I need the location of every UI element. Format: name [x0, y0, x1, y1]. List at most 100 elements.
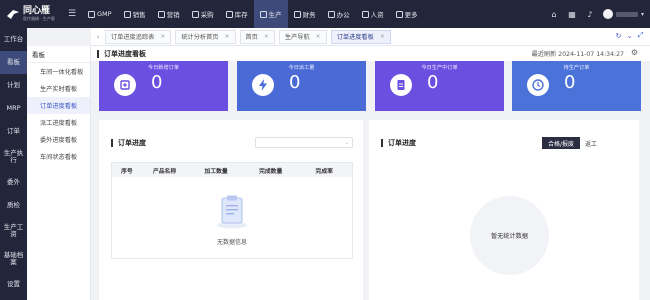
tab-1[interactable]: 统计分析首页 ×	[175, 29, 236, 44]
stat-cards: 今日新增订单 0 今日派工量 0 今日生产中订单 0 待生产订单 0	[99, 61, 641, 111]
gear-icon[interactable]: ⚙	[631, 48, 638, 57]
avatar[interactable]	[602, 9, 613, 19]
tab-label: 订单进度看板	[336, 34, 374, 41]
empty-text: 无数据信息	[216, 239, 247, 246]
close-icon[interactable]: ×	[160, 33, 165, 40]
menu-toggle-icon[interactable]: ☰	[62, 0, 82, 28]
office-icon	[327, 10, 335, 18]
marketing-icon	[157, 10, 165, 18]
sidebar-item-5[interactable]: 生产执行	[0, 143, 27, 171]
toggle-qualified-scrapped[interactable]: 合格/报废	[541, 137, 580, 149]
nav-item-0[interactable]: GMP	[82, 0, 118, 28]
sidebar-item-3[interactable]: MRP	[0, 97, 27, 120]
order-progress-table: 序号 产品名称 加工数量 完成数量 完成率 无数据信息	[111, 162, 353, 259]
subnav-item-3[interactable]: 派工进度看板	[27, 114, 90, 131]
order-progress-chart-panel: 订单进度 合格/报废 返工 暂无统计数据	[369, 120, 639, 300]
chevron-down-icon: ⌄	[344, 139, 349, 146]
nav-item-2[interactable]: 营销	[152, 0, 186, 28]
nav-item-9[interactable]: 更多	[390, 0, 424, 28]
nav-item-6[interactable]: 财务	[288, 0, 322, 28]
nav-item-4[interactable]: 库存	[220, 0, 254, 28]
nav-item-label: 财务	[302, 11, 316, 19]
subnav-item-2[interactable]: 订单进度看板	[27, 97, 90, 114]
nav-item-label: 销售	[132, 11, 146, 19]
sidebar-item-0[interactable]: 工作台	[0, 28, 27, 51]
refresh-icon[interactable]: ↻	[613, 30, 624, 41]
tab-2[interactable]: 首页 ×	[239, 29, 275, 44]
nav-item-5[interactable]: 生产	[253, 0, 288, 28]
sidebar-item-8[interactable]: 生产工资	[0, 217, 27, 245]
toggle-rework[interactable]: 返工	[579, 137, 602, 149]
document-icon	[390, 74, 412, 96]
stat-card-label: 待生产订单	[563, 65, 590, 71]
nav-item-7[interactable]: 办公	[322, 0, 356, 28]
stat-card-value: 0	[427, 72, 439, 93]
tab-label: 首页	[245, 34, 258, 41]
close-icon[interactable]: ×	[316, 33, 321, 40]
nav-item-8[interactable]: 人资	[356, 0, 390, 28]
order-select[interactable]: ⌄	[255, 137, 353, 148]
subnav-item-5[interactable]: 车间状态看板	[27, 148, 90, 165]
logo-title: 同心雁	[23, 6, 51, 16]
logo[interactable]: 同心雁 医疗器械 · 生产版	[0, 0, 62, 28]
sidebar-item-10[interactable]: 设置	[0, 273, 27, 296]
chevron-down-icon[interactable]: ⌄	[624, 30, 635, 41]
stat-card-label: 今日生产中订单	[421, 65, 458, 71]
logo-subtitle: 医疗器械 · 生产版	[23, 16, 55, 21]
nav-item-3[interactable]: 采购	[186, 0, 220, 28]
subnav-item-4[interactable]: 委外进度看板	[27, 131, 90, 148]
clock-icon	[527, 74, 549, 96]
grid-icon[interactable]: ▦	[563, 10, 581, 19]
stat-card-1[interactable]: 今日派工量 0	[237, 61, 366, 111]
top-nav: GMP 销售 营销 采购 库存 生产 财务 办公 人资 更多	[82, 0, 424, 28]
production-icon	[259, 10, 267, 18]
finance-icon	[293, 10, 301, 18]
home-icon[interactable]: ⌂	[545, 10, 563, 19]
empty-chart-text: 暂无统计数据	[490, 233, 529, 240]
chevron-left-icon[interactable]: ‹	[91, 33, 105, 41]
subnav-item-0[interactable]: 车间一体化看板	[27, 63, 90, 80]
sidebar-item-7[interactable]: 质检	[0, 194, 27, 217]
stat-card-value: 0	[289, 72, 301, 93]
sidebar-item-6[interactable]: 委外	[0, 171, 27, 194]
sidebar-item-1[interactable]: 看板	[0, 51, 27, 74]
fullscreen-icon[interactable]: ⤢	[635, 30, 646, 41]
table-column-header: 序号	[121, 168, 133, 175]
username-blurred[interactable]	[615, 11, 638, 17]
chevron-down-icon[interactable]: ▾	[641, 11, 644, 18]
bell-icon[interactable]: ♪	[581, 10, 599, 19]
close-icon[interactable]: ×	[224, 33, 229, 40]
chart-toggle: 合格/报废 返工	[541, 137, 602, 149]
gmp-icon	[88, 10, 95, 18]
stat-card-value: 0	[564, 72, 576, 93]
sidebar-item-4[interactable]: 订单	[0, 120, 27, 143]
empty-chart-placeholder: 暂无统计数据	[470, 196, 549, 275]
hr-icon	[361, 10, 369, 18]
clipboard-empty-icon	[217, 195, 247, 229]
sidebar-item-2[interactable]: 计划	[0, 74, 27, 97]
stat-card-2[interactable]: 今日生产中订单 0	[375, 61, 504, 111]
nav-item-label: 营销	[166, 11, 180, 19]
last-refresh-time: 最近刷新 2024-11-07 14:34:27	[531, 51, 624, 58]
tab-0[interactable]: 订单进度追踪表 ×	[105, 29, 172, 44]
sidebar: 工作台 看板 计划 MRP 订单 生产执行 委外 质检 生产工资 基础档案 设置	[0, 28, 27, 300]
tab-3[interactable]: 生产导航 ×	[278, 29, 327, 44]
nav-item-1[interactable]: 销售	[118, 0, 152, 28]
stat-card-value: 0	[151, 72, 163, 93]
tab-label: 订单进度追踪表	[111, 34, 155, 41]
stat-card-0[interactable]: 今日新增订单 0	[99, 61, 228, 111]
nav-item-label: GMP	[97, 10, 112, 18]
table-column-header: 完成数量	[259, 168, 283, 175]
stat-card-3[interactable]: 待生产订单 0	[512, 61, 641, 111]
close-icon[interactable]: ×	[380, 33, 385, 40]
sidebar-item-9[interactable]: 基础档案	[0, 245, 27, 273]
subnav-item-1[interactable]: 生产实时看板	[27, 80, 90, 97]
top-right-tools: ⌂ ▦ ♪ ▾	[545, 0, 650, 28]
tab-4[interactable]: 订单进度看板 ×	[330, 29, 391, 44]
title-bar-mark	[111, 139, 113, 147]
warehouse-icon	[225, 10, 233, 18]
page-title: 订单进度看板	[104, 49, 146, 58]
close-icon[interactable]: ×	[264, 33, 269, 40]
nav-item-label: 生产	[268, 11, 282, 19]
table-column-header: 加工数量	[204, 168, 228, 175]
